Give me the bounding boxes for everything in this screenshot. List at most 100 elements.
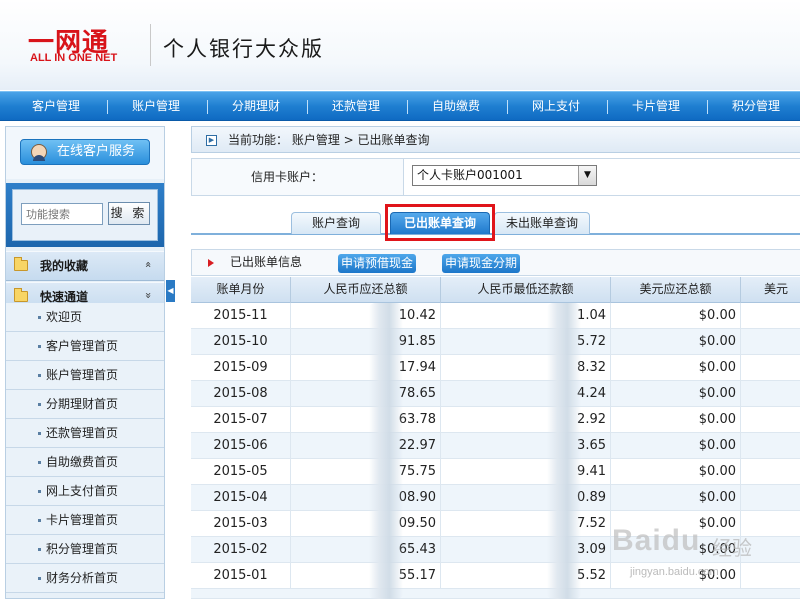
cell-cny-total: 78.65 [291,381,441,406]
sidebar-item-repayment-home[interactable]: 还款管理首页 [6,419,164,448]
sidebar: 在线客户服务 搜 索 我的收藏 « 快速通道 » 欢迎页 客户管理首页 账户管理… [5,126,165,599]
cell-cny-min: 0.89 [441,485,611,510]
cell-month: 2015-03 [191,511,291,536]
bank-logo[interactable]: 一网通 ALL IN ONE NET [28,22,138,66]
cell-usd-total: $0.00 [611,459,741,484]
chevron-down-icon: » [142,292,156,299]
tab-account-query[interactable]: 账户查询 [291,212,381,234]
account-selector-row: 信用卡账户： 个人卡账户001001 ▼ [191,158,800,196]
sidebar-item-installment-home[interactable]: 分期理财首页 [6,390,164,419]
cell-month: 2015-10 [191,329,291,354]
red-triangle-icon [208,259,214,267]
nav-item-customer[interactable]: 客户管理 [6,92,106,122]
cell-cny-min: 5.72 [441,329,611,354]
function-search-input[interactable] [21,203,103,225]
cell-cny-total: 08.90 [291,485,441,510]
cell-cny-min: 7.52 [441,511,611,536]
online-service-button[interactable]: 在线客户服务 [20,139,150,165]
cell-month: 2015-08 [191,381,291,406]
sidebar-item-card-home[interactable]: 卡片管理首页 [6,506,164,535]
cell-cny-total: 09.50 [291,511,441,536]
cell-cny-total: 22.97 [291,433,441,458]
collapse-sidebar-icon[interactable]: ◀ [166,280,175,302]
sidebar-item-points-home[interactable]: 积分管理首页 [6,535,164,564]
cell-month: 2015-06 [191,433,291,458]
sidebar-item-online-pay-home[interactable]: 网上支付首页 [6,477,164,506]
main-nav: 客户管理 账户管理 分期理财 还款管理 自助缴费 网上支付 卡片管理 积分管理 [0,91,800,121]
sidebar-item-label: 分期理财首页 [46,397,119,411]
sidebar-item-label: 网上支付首页 [46,484,119,498]
apply-cash-advance-button[interactable]: 申请预借现金 [338,254,416,273]
statement-info-label: 已出账单信息 [230,255,303,269]
col-month: 账单月份 [191,277,291,303]
nav-item-installment[interactable]: 分期理财 [206,92,306,122]
cell-cny-total: 75.75 [291,459,441,484]
chevron-up-icon: « [142,261,156,268]
cell-cny-total: 91.85 [291,329,441,354]
sidebar-item-label: 欢迎页 [46,310,83,324]
nav-item-points[interactable]: 积分管理 [706,92,800,122]
cell-cny-total: 65.43 [291,537,441,562]
cell-month: 2015-11 [191,303,291,328]
cell-usd-total: $0.00 [611,433,741,458]
bullet-icon [38,345,41,348]
cell-month: 2015-09 [191,355,291,380]
search-inner: 搜 索 [12,189,158,241]
cell-cny-total: 17.94 [291,355,441,380]
sidebar-item-label: 卡片管理首页 [46,513,119,527]
sidebar-item-label: 客户管理首页 [46,339,119,353]
statement-info-bar: 已出账单信息 申请预借现金 申请现金分期 [191,249,800,276]
search-button[interactable]: 搜 索 [108,202,150,225]
cell-cny-min: 3.65 [441,433,611,458]
page-header: 一网通 ALL IN ONE NET 个人银行大众版 [0,0,800,90]
cell-cny-min: 2.92 [441,407,611,432]
cell-cny-min: 5.52 [441,563,611,588]
cell-month: 2015-04 [191,485,291,510]
menu-favorites[interactable]: 我的收藏 « [6,251,164,281]
cell-month: 2015-05 [191,459,291,484]
cell-cny-min: 1.04 [441,303,611,328]
cell-cny-min: 3.09 [441,537,611,562]
bullet-icon [38,577,41,580]
nav-item-account[interactable]: 账户管理 [106,92,206,122]
apply-cash-installment-button[interactable]: 申请现金分期 [442,254,520,273]
watermark-url: jingyan.baidu.com [630,566,719,578]
cell-month: 2015-02 [191,537,291,562]
table-row: 2015-07 63.78 2.92 $0.00 [191,407,800,433]
cell-usd-total: $0.00 [611,381,741,406]
cell-cny-total: 63.78 [291,407,441,432]
cell-month: 2015-07 [191,407,291,432]
sidebar-item-label: 财务分析首页 [46,571,119,585]
bullet-icon [38,548,41,551]
sidebar-item-finance-home[interactable]: 财务分析首页 [6,564,164,593]
credit-account-select[interactable]: 个人卡账户001001 ▼ [412,165,597,186]
bullet-icon [38,316,41,319]
bullet-icon [38,519,41,522]
bullet-icon [38,432,41,435]
nav-item-repayment[interactable]: 还款管理 [306,92,406,122]
bullet-icon [38,490,41,493]
col-cny-total: 人民币应还总额 [291,277,441,303]
baidu-watermark: Baidu 经验 jingyan.baidu.com [612,514,800,594]
sidebar-item-welcome[interactable]: 欢迎页 [6,303,164,332]
tab-unbilled-statement[interactable]: 未出账单查询 [494,212,590,234]
sidebar-item-label: 自助缴费首页 [46,455,119,469]
nav-item-card[interactable]: 卡片管理 [606,92,706,122]
table-row: 2015-06 22.97 3.65 $0.00 [191,433,800,459]
sidebar-item-label: 还款管理首页 [46,426,119,440]
nav-item-self-pay[interactable]: 自助缴费 [406,92,506,122]
cell-usd-total: $0.00 [611,329,741,354]
breadcrumb: ▶ 当前功能： 账户管理 > 已出账单查询 [191,126,800,153]
cell-usd-total: $0.00 [611,355,741,380]
privacy-blur [547,303,581,599]
col-usd-total: 美元应还总额 [611,277,741,303]
cell-cny-total: 10.42 [291,303,441,328]
table-header: 账单月份 人民币应还总额 人民币最低还款额 美元应还总额 美元 [191,277,800,303]
sidebar-item-account-home[interactable]: 账户管理首页 [6,361,164,390]
folder-icon [14,288,28,302]
col-cny-min: 人民币最低还款额 [441,277,611,303]
table-row: 2015-04 08.90 0.89 $0.00 [191,485,800,511]
nav-item-online-pay[interactable]: 网上支付 [506,92,606,122]
sidebar-item-self-pay-home[interactable]: 自助缴费首页 [6,448,164,477]
sidebar-item-customer-home[interactable]: 客户管理首页 [6,332,164,361]
